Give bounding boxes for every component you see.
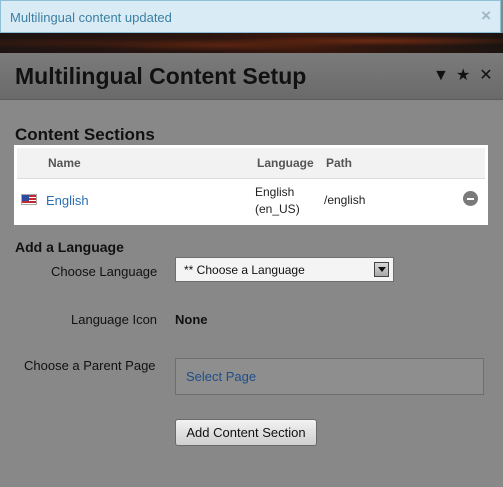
language-name: English bbox=[255, 185, 295, 199]
choose-language-value: ** Choose a Language bbox=[184, 263, 305, 277]
dialog-title: Multilingual Content Setup bbox=[15, 63, 307, 89]
parent-page-label: Choose a Parent Page bbox=[24, 358, 156, 373]
column-header-path: Path bbox=[326, 156, 353, 170]
close-icon[interactable]: × bbox=[481, 6, 491, 26]
add-content-section-button[interactable]: Add Content Section bbox=[175, 419, 317, 446]
notification-text: Multilingual content updated bbox=[10, 10, 172, 25]
content-sections-heading: Content Sections bbox=[15, 125, 155, 144]
titlebar-controls: ▼ ★ ✕ bbox=[433, 67, 493, 85]
add-language-heading: Add a Language bbox=[15, 239, 124, 255]
language-icon-value: None bbox=[175, 312, 208, 327]
table-row: English English (en_US) /english bbox=[17, 179, 485, 222]
remove-icon[interactable] bbox=[463, 191, 478, 206]
parent-page-field: Select Page bbox=[175, 358, 484, 395]
choose-language-select[interactable]: ** Choose a Language bbox=[175, 257, 394, 282]
collapse-icon[interactable]: ▼ bbox=[433, 67, 449, 85]
select-page-link[interactable]: Select Page bbox=[186, 369, 256, 384]
column-header-name: Name bbox=[48, 156, 81, 170]
language-code: (en_US) bbox=[255, 202, 300, 216]
language-icon-label: Language Icon bbox=[71, 312, 158, 327]
header-background-strip bbox=[0, 33, 503, 53]
content-sections-table: Name Language Path English English (en_U… bbox=[14, 145, 488, 225]
close-icon[interactable]: ✕ bbox=[479, 67, 493, 85]
table-header: Name Language Path bbox=[17, 148, 485, 179]
content-section-path: /english bbox=[324, 193, 366, 207]
star-icon[interactable]: ★ bbox=[456, 67, 470, 85]
us-flag-icon bbox=[21, 194, 37, 205]
notification-bar: Multilingual content updated × bbox=[0, 0, 501, 33]
content-section-language: English (en_US) bbox=[255, 184, 315, 218]
dropdown-arrow-icon[interactable] bbox=[374, 262, 389, 277]
column-header-language: Language bbox=[257, 156, 314, 170]
choose-language-label: Choose Language bbox=[51, 264, 158, 279]
dialog-titlebar: Multilingual Content Setup ▼ ★ ✕ bbox=[0, 53, 503, 100]
multilingual-setup-dialog: Multilingual Content Setup ▼ ★ ✕ Content… bbox=[0, 53, 503, 487]
content-section-name-link[interactable]: English bbox=[46, 193, 89, 208]
